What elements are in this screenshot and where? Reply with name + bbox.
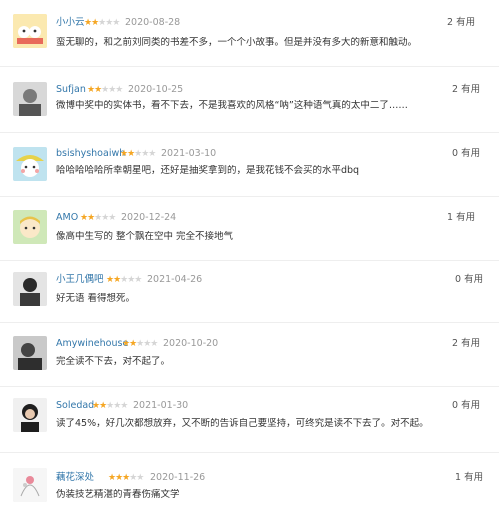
- divider: [0, 322, 499, 323]
- review-date: 2020-08-28: [125, 17, 181, 28]
- review-date: 2021-01-30: [133, 400, 189, 411]
- review-date: 2021-03-10: [161, 148, 217, 159]
- username-link[interactable]: 小王几偶吧: [56, 274, 104, 286]
- rating-stars: ★★★★★: [80, 213, 116, 223]
- review-text: 哈哈哈哈哈所幸朝星吧，还好是抽奖拿到的，是我花钱不会买的水平dbq: [56, 165, 360, 176]
- review-date: 2020-12-24: [121, 212, 177, 223]
- useful-count[interactable]: 0 有用: [455, 274, 483, 286]
- avatar[interactable]: [13, 14, 47, 48]
- review-date: 2020-10-20: [163, 338, 219, 349]
- avatar[interactable]: [13, 147, 47, 181]
- avatar[interactable]: [13, 272, 47, 306]
- avatar[interactable]: [13, 468, 47, 502]
- username-link[interactable]: Amywinehouse: [56, 338, 128, 350]
- username-link[interactable]: Sufjan: [56, 84, 86, 96]
- rating-stars: ★★★★★: [108, 473, 144, 483]
- divider: [0, 260, 499, 261]
- username-link[interactable]: Soledad: [56, 400, 94, 412]
- avatar[interactable]: [13, 210, 47, 244]
- avatar[interactable]: [13, 336, 47, 370]
- review-text: 伪装技艺精湛的青春伤痛文学: [56, 489, 180, 500]
- rating-stars: ★★★★★: [92, 401, 128, 411]
- useful-count[interactable]: 2 有用: [452, 84, 480, 96]
- username-link[interactable]: 藕花深处: [56, 472, 94, 484]
- rating-stars: ★★★★★: [84, 18, 120, 28]
- divider: [0, 132, 499, 133]
- review-text: 好无语 看得想死。: [56, 293, 136, 304]
- avatar[interactable]: [13, 398, 47, 432]
- useful-count[interactable]: 2 有用: [447, 17, 475, 29]
- useful-count[interactable]: 2 有用: [452, 338, 480, 350]
- divider: [0, 196, 499, 197]
- username-link[interactable]: bsishyshoaiwh: [56, 148, 125, 160]
- review-date: 2020-10-25: [128, 84, 184, 95]
- review-text: 微博中奖中的实体书，看不下去，不是我喜欢的风格“呐”这种语气真的太中二了……: [56, 100, 408, 111]
- useful-count[interactable]: 0 有用: [452, 400, 480, 412]
- username-link[interactable]: AMO: [56, 212, 78, 224]
- review-text: 像高中生写的 整个飘在空中 完全不接地气: [56, 231, 234, 242]
- useful-count[interactable]: 0 有用: [452, 148, 480, 160]
- divider: [0, 452, 499, 453]
- rating-stars: ★★★★★: [120, 149, 156, 159]
- divider: [0, 386, 499, 387]
- username-link[interactable]: 小小云: [56, 17, 85, 29]
- review-text: 蛮无聊的，和之前刘同类的书差不多，一个个小故事。但是并没有多大的新意和触动。: [56, 37, 418, 48]
- review-text: 完全读不下去，对不起了。: [56, 356, 171, 367]
- divider: [0, 66, 499, 67]
- review-date: 2021-04-26: [147, 274, 203, 285]
- rating-stars: ★★★★★: [106, 275, 142, 285]
- useful-count[interactable]: 1 有用: [447, 212, 475, 224]
- review-date: 2020-11-26: [150, 472, 206, 483]
- rating-stars: ★★★★★: [87, 85, 123, 95]
- rating-stars: ★★★★★: [122, 339, 158, 349]
- avatar[interactable]: [13, 82, 47, 116]
- review-text: 读了45%，好几次都想放弃，又不断的告诉自己要坚持，可终究是读不下去了。对不起。: [56, 418, 429, 429]
- useful-count[interactable]: 1 有用: [455, 472, 483, 484]
